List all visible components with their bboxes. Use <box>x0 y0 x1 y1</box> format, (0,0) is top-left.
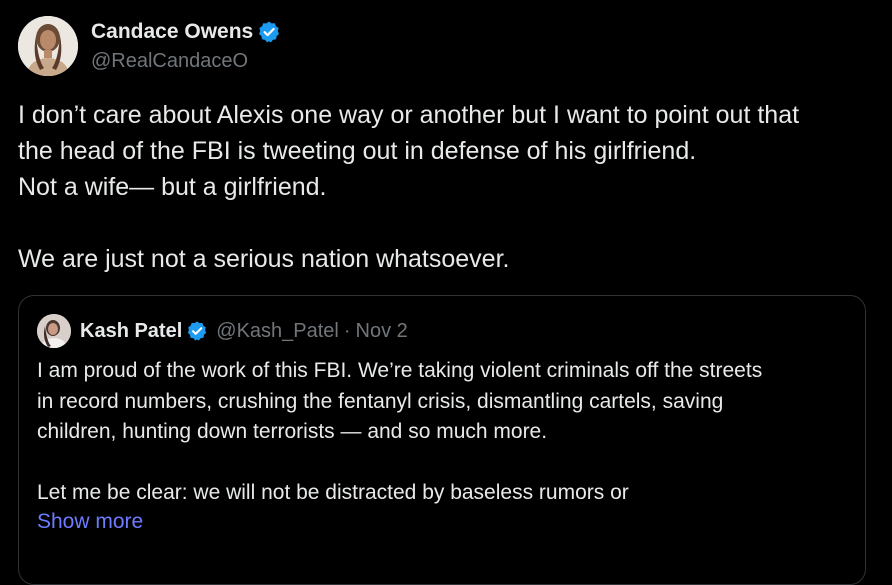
author-display-name[interactable]: Candace Owens <box>91 20 253 44</box>
tweet-text-line: the head of the FBI is tweeting out in d… <box>18 137 697 165</box>
author-names: Candace Owens @RealCandaceO <box>91 17 281 75</box>
quoted-text-line: I am proud of the work of this FBI. We’r… <box>37 359 763 382</box>
separator-dot: · <box>343 319 351 342</box>
tweet-text-line: We are just not a serious nation whatsoe… <box>18 245 510 273</box>
quoted-text-line: children, hunting down terrorists — and … <box>37 420 548 443</box>
quoted-author-avatar-image <box>37 314 71 348</box>
quoted-tweet-header: Kash Patel @Kash_Patel · Nov 2 <box>37 314 408 348</box>
quoted-tweet-card[interactable]: Kash Patel @Kash_Patel · Nov 2 I am prou… <box>18 295 866 585</box>
author-name-line: Candace Owens <box>91 17 281 47</box>
quoted-tweet-text: I am proud of the work of this FBI. We’r… <box>37 356 857 509</box>
quoted-tweet-date[interactable]: Nov 2 <box>356 320 408 343</box>
tweet-text-line: Not a wife— but a girlfriend. <box>18 173 327 201</box>
tweet-text-line: I don’t care about Alexis one way or ano… <box>18 101 800 129</box>
quoted-author-avatar[interactable] <box>37 314 71 348</box>
tweet: Candace Owens @RealCandaceO I don’t care… <box>0 0 892 585</box>
verified-badge-icon[interactable] <box>257 20 281 44</box>
tweet-author-row: Candace Owens @RealCandaceO <box>18 15 281 77</box>
quoted-text-line: in record numbers, crushing the fentanyl… <box>37 389 724 413</box>
author-handle[interactable]: @RealCandaceO <box>91 47 281 75</box>
quoted-text-line: Let me be clear: we will not be distract… <box>37 481 629 504</box>
verified-badge-icon[interactable] <box>186 320 208 342</box>
show-more-link[interactable]: Show more <box>37 507 143 537</box>
quoted-text-blank-line <box>37 448 857 479</box>
quoted-author-handle[interactable]: @Kash_Patel <box>216 320 339 343</box>
author-avatar-image <box>18 16 78 76</box>
author-avatar[interactable] <box>18 16 78 76</box>
tweet-text: I don’t care about Alexis one way or ano… <box>18 97 878 277</box>
quoted-author-display-name[interactable]: Kash Patel <box>80 320 182 343</box>
